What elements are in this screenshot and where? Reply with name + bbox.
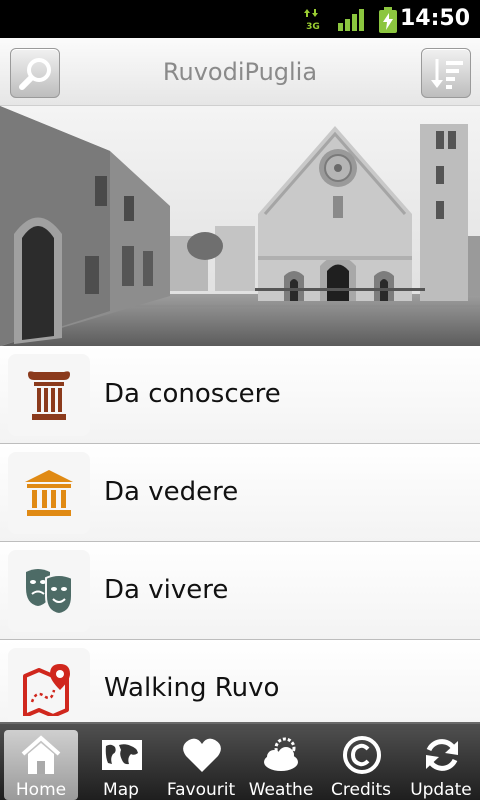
weather-icon <box>264 737 298 771</box>
icon-tile <box>8 550 90 632</box>
page-title: RuvodiPuglia <box>162 58 318 86</box>
world-map-icon <box>102 740 142 770</box>
sort-list-icon <box>431 59 463 89</box>
tab-label: Credits <box>331 780 391 800</box>
search-icon <box>19 58 51 90</box>
tab-label: Update <box>410 780 472 800</box>
heart-icon <box>183 738 221 772</box>
tab-label: Favourit <box>166 780 236 800</box>
column-icon <box>28 371 70 420</box>
svg-text:3G: 3G <box>306 22 320 30</box>
app-header: RuvodiPuglia <box>0 38 480 106</box>
signal-icon <box>338 9 364 31</box>
cathedral-photo <box>0 106 480 346</box>
icon-tile <box>8 648 90 722</box>
list-item-walking-ruvo[interactable]: Walking Ruvo <box>0 640 480 722</box>
icon-tile <box>8 354 90 436</box>
tab-label: Home <box>15 780 67 800</box>
list-item-label: Walking Ruvo <box>104 673 280 703</box>
tab-label: Weathe <box>248 780 314 800</box>
category-list: Da conoscere Da vedere Da vivere Walking… <box>0 346 480 722</box>
list-item-da-vivere[interactable]: Da vivere <box>0 542 480 640</box>
refresh-icon <box>426 739 458 771</box>
list-item-label: Da vivere <box>104 575 229 605</box>
tab-favourites[interactable]: Favourit <box>164 730 238 800</box>
tab-home[interactable]: Home <box>4 730 78 800</box>
route-map-icon <box>23 664 70 716</box>
network-3g-icon: 3G <box>304 9 320 30</box>
battery-charging-icon <box>379 7 397 33</box>
list-item-da-conoscere[interactable]: Da conoscere <box>0 346 480 444</box>
sort-menu-button[interactable] <box>421 48 471 98</box>
clock: 14:50 <box>399 6 470 31</box>
museum-icon <box>25 470 73 516</box>
home-icon <box>21 735 61 774</box>
search-button[interactable] <box>10 48 60 98</box>
tab-label: Map <box>103 780 139 800</box>
tab-map[interactable]: Map <box>84 730 158 800</box>
list-item-label: Da conoscere <box>104 379 281 409</box>
cathedral-image <box>0 106 480 346</box>
copyright-icon <box>343 736 381 774</box>
tab-credits[interactable]: Credits <box>324 730 398 800</box>
status-bar: 3G 14:50 <box>0 0 480 38</box>
theatre-masks-icon <box>26 569 73 616</box>
bottom-tab-bar: Home Map Favourit Weathe Credits Update <box>0 722 480 800</box>
icon-tile <box>8 452 90 534</box>
tab-weather[interactable]: Weathe <box>244 730 318 800</box>
list-item-label: Da vedere <box>104 477 239 507</box>
tab-update[interactable]: Update <box>404 730 478 800</box>
list-item-da-vedere[interactable]: Da vedere <box>0 444 480 542</box>
